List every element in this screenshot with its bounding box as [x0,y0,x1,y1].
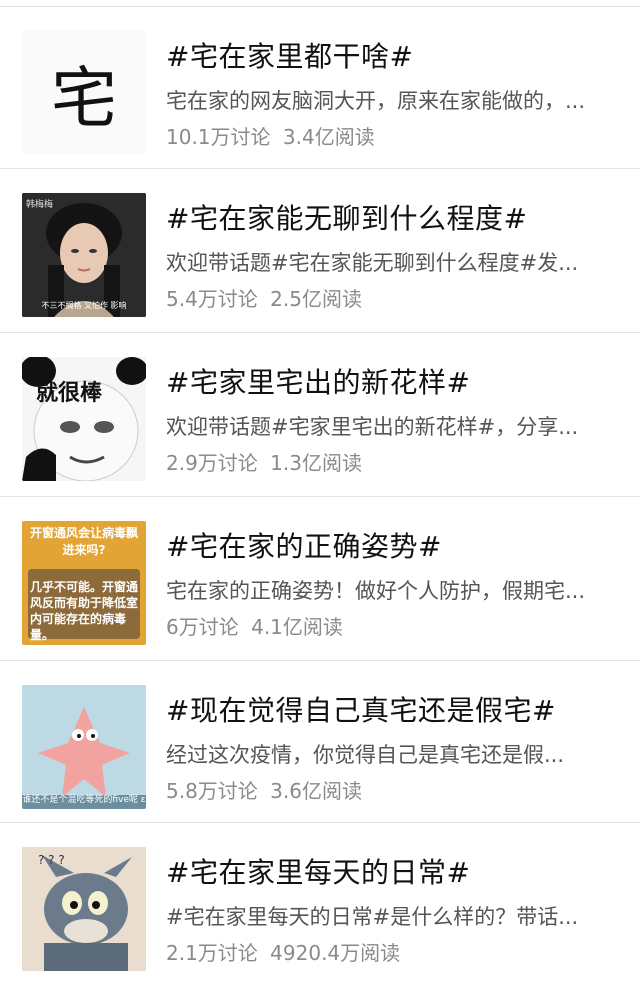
topic-thumbnail: 宅 [22,31,146,155]
thumbnail-caption-bottom: 不三不搁格 又怕作 影响 [41,301,127,310]
discuss-count: 5.4万讨论 [166,287,258,311]
topic-thumbnail: 就很棒 [22,357,146,481]
read-count: 1.3亿阅读 [270,451,362,475]
topic-title[interactable]: #宅在家的正确姿势# [166,525,442,565]
topic-description: #宅在家里每天的日常#是什么样的？带话... [166,905,579,929]
topic-row[interactable]: ? ? ? #宅在家里每天的日常# #宅在家里每天的日常#是什么样的？带话...… [0,822,640,984]
topic-row[interactable]: 宅 #宅在家里都干啥# 宅在家的网友脑洞大开，原来在家能做的，... 10.1万… [0,6,640,168]
thumbnail-caption-top: 韩梅梅 [26,200,54,210]
thumbnail-meme-text: 就很棒 [36,381,103,406]
topic-row[interactable]: 就很棒 #宅家里宅出的新花样# 欢迎带话题#宅家里宅出的新花样#，分享... 2… [0,332,640,494]
thumbnail-question: 开窗通风会让病毒飘进来吗? [29,526,138,557]
topic-row[interactable]: 开窗通风会让病毒飘进来吗? 几乎不可能。开窗通风反而有助于降低室内可能存在的病毒… [0,496,640,658]
topic-title[interactable]: #宅在家里每天的日常# [166,851,470,891]
topic-thumbnail: 开窗通风会让病毒飘进来吗? 几乎不可能。开窗通风反而有助于降低室内可能存在的病毒… [22,521,146,645]
thumbnail-question-marks: ? ? ? [38,853,65,867]
topic-thumbnail: 谁还不是个混吃等死的five呢 ε [22,685,146,809]
topic-stats: 2.9万讨论 1.3亿阅读 [166,447,362,476]
topic-row[interactable]: 韩梅梅 不三不搁格 又怕作 影响 #宅在家能无聊到什么程度# 欢迎带话题#宅在家… [0,168,640,330]
read-count: 3.4亿阅读 [282,125,375,149]
thumbnail-answer: 几乎不可能。开窗通风反而有助于降低室内可能存在的病毒量。 [30,580,139,642]
topic-title[interactable]: #宅家里宅出的新花样# [166,361,470,401]
discuss-count: 6万讨论 [166,615,239,639]
discuss-count: 5.8万讨论 [166,779,258,803]
read-count: 4.1亿阅读 [251,615,343,639]
topic-stats: 5.8万讨论 3.6亿阅读 [166,775,362,804]
topic-description: 欢迎带话题#宅在家能无聊到什么程度#发... [166,251,579,275]
topic-thumbnail: 韩梅梅 不三不搁格 又怕作 影响 [22,193,146,317]
topic-list: 宅 #宅在家里都干啥# 宅在家的网友脑洞大开，原来在家能做的，... 10.1万… [0,0,640,984]
topic-thumbnail: ? ? ? [22,847,146,971]
read-count: 4920.4万阅读 [270,941,401,965]
topic-stats: 10.1万讨论 3.4亿阅读 [166,121,375,150]
topic-title[interactable]: #现在觉得自己真宅还是假宅# [166,689,556,729]
read-count: 3.6亿阅读 [270,779,362,803]
thumbnail-glyph: 宅 [51,60,117,137]
discuss-count: 10.1万讨论 [166,125,271,149]
read-count: 2.5亿阅读 [270,287,362,311]
discuss-count: 2.1万讨论 [166,941,258,965]
topic-row[interactable]: 谁还不是个混吃等死的five呢 ε #现在觉得自己真宅还是假宅# 经过这次疫情，… [0,660,640,822]
topic-stats: 2.1万讨论 4920.4万阅读 [166,937,400,966]
topic-description: 宅在家的网友脑洞大开，原来在家能做的，... [166,89,586,113]
woman-portrait-image [22,193,146,317]
topic-title[interactable]: #宅在家里都干啥# [166,35,413,75]
patrick-star-image [22,685,146,809]
topic-description: 经过这次疫情，你觉得自己是真宅还是假... [166,743,565,767]
topic-description: 欢迎带话题#宅家里宅出的新花样#，分享... [166,415,579,439]
topic-description: 宅在家的正确姿势！做好个人防护，假期宅... [166,579,586,603]
thumbnail-caption: 谁还不是个混吃等死的five呢 ε [22,795,146,805]
discuss-count: 2.9万讨论 [166,451,258,475]
topic-stats: 5.4万讨论 2.5亿阅读 [166,283,362,312]
topic-title[interactable]: #宅在家能无聊到什么程度# [166,197,527,237]
topic-stats: 6万讨论 4.1亿阅读 [166,611,343,640]
